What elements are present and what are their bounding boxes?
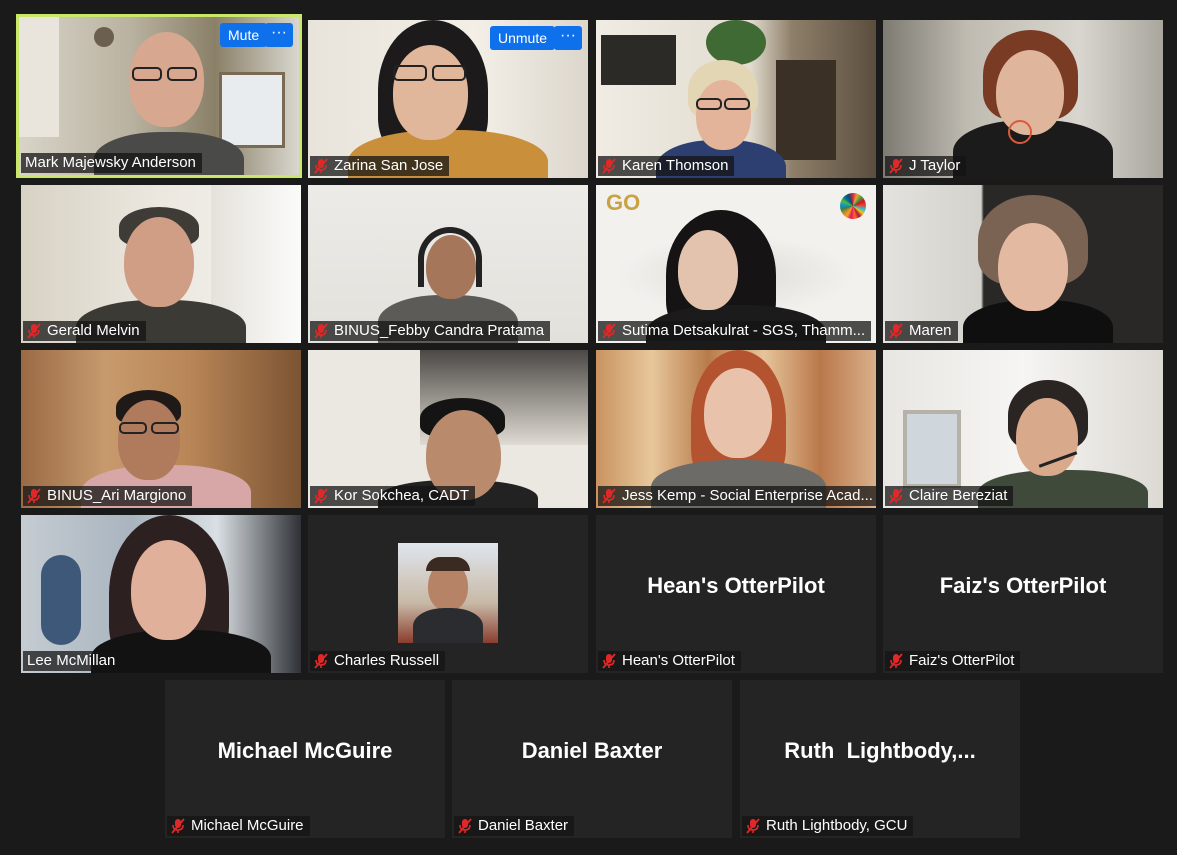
participant-name-label: Lee McMillan: [23, 651, 122, 671]
mic-muted-icon: [171, 818, 185, 834]
video-tile-karen-thomson[interactable]: Karen Thomson: [596, 20, 876, 178]
video-tile-charles-russell[interactable]: Charles Russell: [308, 515, 588, 673]
mic-muted-icon: [27, 323, 41, 339]
mic-muted-icon: [314, 323, 328, 339]
mic-muted-icon: [602, 488, 616, 504]
participant-name: Hean's OtterPilot: [622, 652, 735, 669]
participant-name-label: Karen Thomson: [598, 156, 735, 176]
participant-video: GO: [596, 185, 876, 343]
participant-name-label: Faiz's OtterPilot: [885, 651, 1021, 671]
participant-name: Faiz's OtterPilot: [909, 652, 1015, 669]
participant-name-label: Sutima Detsakulrat - SGS, Thamm...: [598, 321, 872, 341]
participant-video: [596, 350, 876, 508]
video-tile-heans-otterpilot[interactable]: Hean's OtterPilot Hean's OtterPilot: [596, 515, 876, 673]
mic-muted-icon: [889, 323, 903, 339]
participant-name: J Taylor: [909, 157, 961, 174]
video-tile-kor-sokchea[interactable]: Kor Sokchea, CADT: [308, 350, 588, 508]
video-tile-gerald-melvin[interactable]: Gerald Melvin: [21, 185, 301, 343]
participant-video: [883, 350, 1163, 508]
mic-muted-icon: [602, 323, 616, 339]
participant-name-label: Michael McGuire: [167, 816, 310, 836]
participant-name-label: Gerald Melvin: [23, 321, 146, 341]
mic-muted-icon: [889, 158, 903, 174]
participant-display-name: Michael McGuire: [217, 738, 393, 763]
participant-name-label: Jess Kemp - Social Enterprise Acad...: [598, 486, 876, 506]
video-tile-binus-febby[interactable]: BINUS_Febby Candra Pratama: [308, 185, 588, 343]
video-tile-jess-kemp[interactable]: Jess Kemp - Social Enterprise Acad...: [596, 350, 876, 508]
mute-button[interactable]: Mute: [220, 23, 268, 47]
participant-video: [883, 20, 1163, 178]
participant-video: [308, 350, 588, 508]
participant-video: [883, 185, 1163, 343]
mic-muted-icon: [889, 488, 903, 504]
participant-name: Daniel Baxter: [478, 817, 569, 834]
mic-muted-icon: [602, 158, 616, 174]
go-logo: GO: [606, 190, 641, 215]
more-options-button[interactable]: ···: [265, 23, 293, 47]
participant-name: Claire Bereziat: [909, 487, 1008, 504]
video-tile-lee-mcmillan[interactable]: Lee McMillan: [21, 515, 301, 673]
participant-video: [596, 20, 876, 178]
participant-name: Lee McMillan: [27, 652, 116, 669]
participant-name-label: J Taylor: [885, 156, 967, 176]
participant-name: Michael McGuire: [191, 817, 304, 834]
participant-name-label: BINUS_Febby Candra Pratama: [310, 321, 551, 341]
sdg-wheel-icon: [840, 193, 866, 219]
video-tile-ruth-lightbody[interactable]: Ruth Lightbody,... Ruth Lightbody, GCU: [740, 680, 1020, 838]
video-tile-mark-majewsky-anderson[interactable]: Mute ··· Mark Majewsky Anderson: [16, 14, 302, 178]
mic-muted-icon: [27, 488, 41, 504]
mic-muted-icon: [314, 158, 328, 174]
participant-name-label: Kor Sokchea, CADT: [310, 486, 476, 506]
participant-name: Jess Kemp - Social Enterprise Acad...: [622, 487, 873, 504]
mic-muted-icon: [458, 818, 472, 834]
video-tile-j-taylor[interactable]: J Taylor: [883, 20, 1163, 178]
participant-display-name: Ruth Lightbody,...: [784, 738, 976, 763]
participant-display-name: Daniel Baxter: [521, 738, 663, 763]
unmute-button[interactable]: Unmute: [490, 26, 556, 50]
video-tile-michael-mcguire[interactable]: Michael McGuire Michael McGuire: [165, 680, 445, 838]
participant-name: Gerald Melvin: [47, 322, 140, 339]
participant-video: [21, 515, 301, 673]
participant-display-name: Hean's OtterPilot: [647, 573, 825, 598]
video-tile-zarina-san-jose[interactable]: Unmute ··· Zarina San Jose: [308, 20, 588, 178]
mic-muted-icon: [889, 653, 903, 669]
participant-name-label: Mark Majewsky Anderson: [21, 153, 202, 173]
participant-video: [308, 185, 588, 343]
participant-name-label: Zarina San Jose: [310, 156, 450, 176]
participant-name: Charles Russell: [334, 652, 440, 669]
video-tile-faizs-otterpilot[interactable]: Faiz's OtterPilot Faiz's OtterPilot: [883, 515, 1163, 673]
profile-avatar: [398, 543, 498, 643]
participant-name-label: Maren: [885, 321, 958, 341]
mic-muted-icon: [602, 653, 616, 669]
participant-name: Zarina San Jose: [334, 157, 444, 174]
mic-muted-icon: [746, 818, 760, 834]
video-tile-daniel-baxter[interactable]: Daniel Baxter Daniel Baxter: [452, 680, 732, 838]
participant-name: Karen Thomson: [622, 157, 729, 174]
participant-name-label: Ruth Lightbody, GCU: [742, 816, 914, 836]
mic-muted-icon: [314, 488, 328, 504]
participant-video: [21, 185, 301, 343]
participant-name-label: Daniel Baxter: [454, 816, 575, 836]
participant-video: [21, 350, 301, 508]
participant-name: Kor Sokchea, CADT: [334, 487, 470, 504]
participant-name: Mark Majewsky Anderson: [25, 154, 196, 171]
participant-name-label: Claire Bereziat: [885, 486, 1014, 506]
participant-name: Ruth Lightbody, GCU: [766, 817, 908, 834]
participant-name: Sutima Detsakulrat - SGS, Thamm...: [622, 322, 866, 339]
video-tile-claire-bereziat[interactable]: Claire Bereziat: [883, 350, 1163, 508]
participant-name-label: Hean's OtterPilot: [598, 651, 741, 671]
participant-name: Maren: [909, 322, 952, 339]
mic-muted-icon: [314, 653, 328, 669]
video-tile-binus-ari-margiono[interactable]: BINUS_Ari Margiono: [21, 350, 301, 508]
more-options-button[interactable]: ···: [554, 26, 582, 50]
participant-name-label: BINUS_Ari Margiono: [23, 486, 193, 506]
participant-name: BINUS_Febby Candra Pratama: [334, 322, 545, 339]
participant-name: BINUS_Ari Margiono: [47, 487, 187, 504]
video-tile-sutima-detsakulrat[interactable]: GO Sutima Detsakulrat - SGS, Thamm...: [596, 185, 876, 343]
participant-display-name: Faiz's OtterPilot: [939, 573, 1107, 598]
participant-name-label: Charles Russell: [310, 651, 446, 671]
video-tile-maren[interactable]: Maren: [883, 185, 1163, 343]
